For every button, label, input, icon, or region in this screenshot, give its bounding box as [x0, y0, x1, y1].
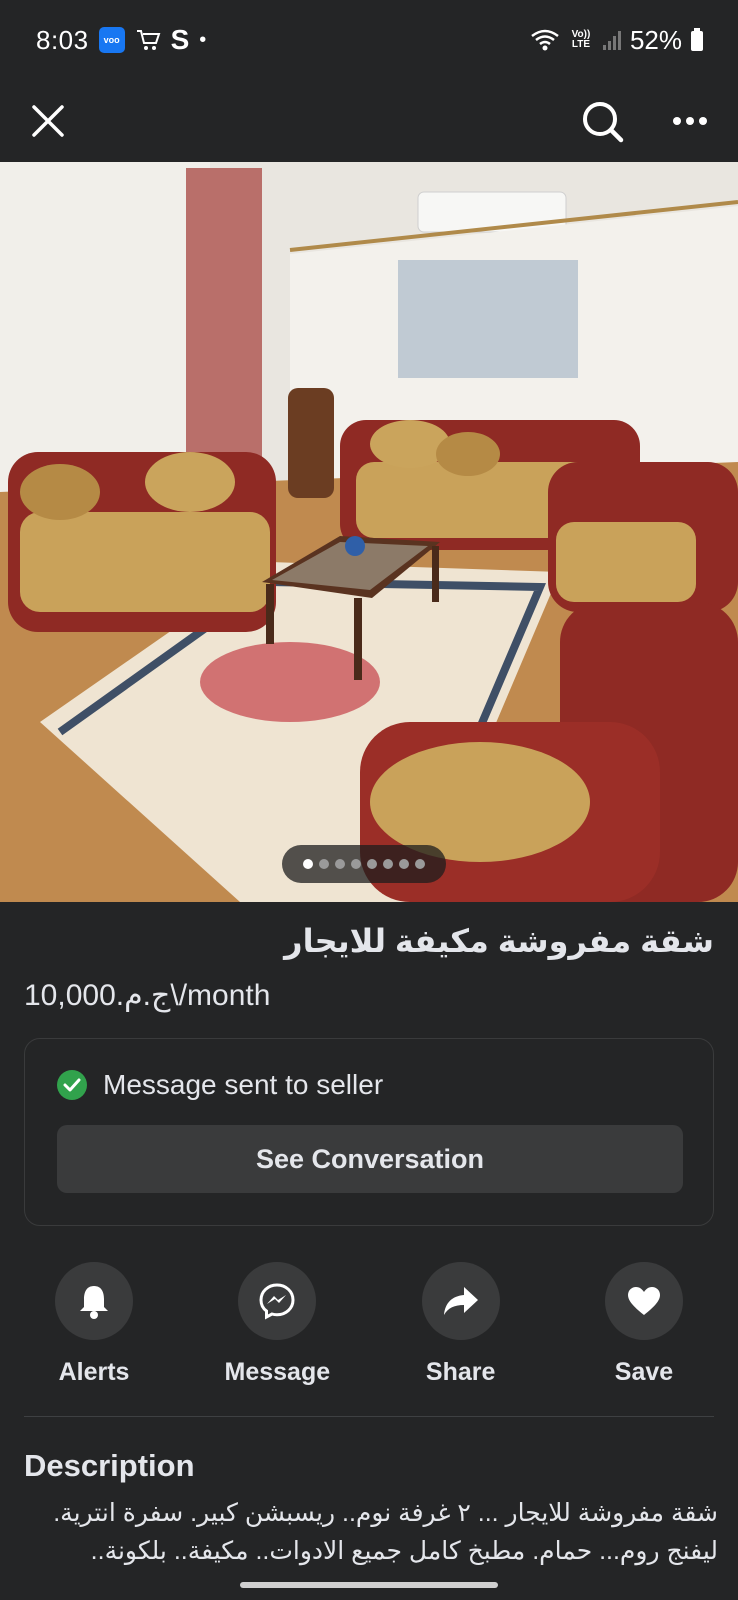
close-button[interactable]: [22, 95, 74, 147]
bell-icon: [80, 1286, 108, 1319]
message-sent-card: Message sent to seller See Conversation: [24, 1038, 714, 1226]
description-line: ليفنج روم... حمام. مطبخ كامل جميع الادوا…: [90, 1537, 718, 1565]
save-circle: [604, 1262, 683, 1340]
search-button[interactable]: [576, 95, 628, 147]
pagination-dot[interactable]: [319, 859, 329, 869]
alerts-button[interactable]: Alerts: [24, 1262, 164, 1402]
check-circle-icon: [57, 1070, 87, 1100]
messenger-icon: [259, 1283, 295, 1320]
save-button[interactable]: Save: [574, 1262, 714, 1402]
section-divider: [24, 1416, 714, 1417]
photo-pagination[interactable]: [282, 845, 446, 883]
app-notification-icon: voo: [98, 27, 125, 53]
notification-dot-icon: •: [199, 28, 207, 51]
pagination-dot[interactable]: [303, 859, 313, 869]
close-icon: [32, 105, 64, 137]
search-icon: [583, 102, 624, 143]
alerts-label: Alerts: [58, 1358, 130, 1386]
share-circle: [421, 1262, 500, 1340]
alerts-circle: [55, 1262, 133, 1340]
share-label: Share: [425, 1358, 496, 1386]
listing-price: ج.م.10,000\/month: [24, 979, 271, 1012]
shopping-cart-icon: [135, 28, 161, 52]
top-bar: [0, 80, 738, 162]
listing-photo[interactable]: [0, 162, 738, 902]
description-text: شقة مفروشة للايجار ... ٢ غرفة نوم.. ريسب…: [20, 1494, 718, 1570]
share-arrow-icon: [443, 1287, 478, 1315]
message-status-text: Message sent to seller: [103, 1069, 384, 1100]
message-status: Message sent to seller: [57, 1069, 383, 1101]
see-conversation-button[interactable]: See Conversation: [57, 1125, 683, 1193]
pagination-dot[interactable]: [367, 859, 377, 869]
description-heading: Description: [24, 1448, 195, 1483]
more-horizontal-icon: [673, 117, 707, 125]
message-label: Message: [224, 1358, 331, 1386]
signal-icon: [602, 29, 622, 51]
share-button[interactable]: Share: [391, 1262, 531, 1402]
message-circle: [238, 1262, 317, 1340]
listing-title: شقة مفروشة مكيفة للايجار: [284, 923, 714, 959]
pagination-dot[interactable]: [335, 859, 345, 869]
message-button[interactable]: Message: [207, 1262, 347, 1402]
status-bar: 8:03 voo S • Vo)) LTE 52%: [0, 0, 738, 80]
pagination-dot[interactable]: [383, 859, 393, 869]
wifi-icon: [530, 28, 560, 52]
pagination-dot[interactable]: [351, 859, 361, 869]
action-row: Alerts Message Share Save: [24, 1262, 714, 1402]
home-indicator[interactable]: [240, 1582, 498, 1588]
pagination-dot[interactable]: [399, 859, 409, 869]
more-options-button[interactable]: [664, 95, 716, 147]
carrier-letter: S: [170, 24, 190, 55]
battery-icon: [690, 28, 704, 52]
volte-indicator: Vo)) LTE: [571, 29, 591, 50]
status-time: 8:03: [36, 24, 89, 55]
description-line: شقة مفروشة للايجار ... ٢ غرفة نوم.. ريسب…: [53, 1499, 718, 1527]
battery-percent: 52%: [629, 24, 682, 55]
heart-icon: [627, 1287, 660, 1315]
pagination-dot[interactable]: [415, 859, 425, 869]
save-label: Save: [614, 1358, 674, 1386]
